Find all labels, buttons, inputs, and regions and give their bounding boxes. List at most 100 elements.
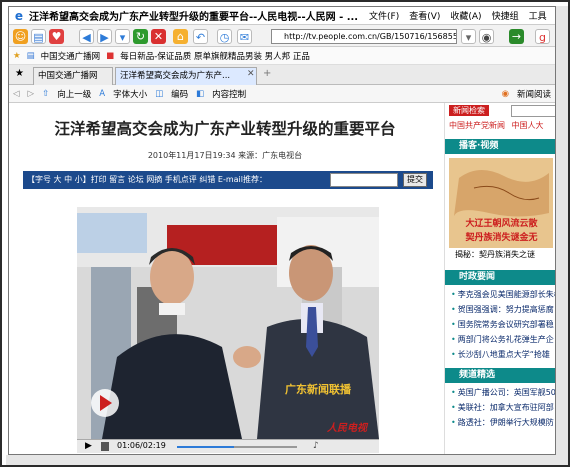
bullet-icon: • xyxy=(451,305,456,314)
news-item-text: 国务院常务会议研究部署稳 xyxy=(457,320,554,329)
news-item[interactable]: • 长沙刮八地重点大学“抢雄 xyxy=(445,347,555,362)
search-link-1[interactable]: 中国共产党新闻 xyxy=(449,121,505,130)
refresh-icon[interactable]: ↻ xyxy=(133,29,148,44)
forward-icon[interactable]: ▶ xyxy=(97,29,112,44)
volume-icon[interactable]: ♪ xyxy=(313,441,319,451)
favorite-link-1[interactable]: 中国交通广播网 xyxy=(41,50,101,62)
menu-favorites[interactable]: 收藏(A) xyxy=(450,9,481,22)
channel-item[interactable]: • 英国广播公司：英国军舰50 xyxy=(445,385,556,400)
search-engine-icon[interactable]: g xyxy=(535,29,550,44)
article-tools-text[interactable]: 【字号 大 中 小】打印 留言 论坛 网摘 手机点评 纠错 E-mail推荐： xyxy=(27,175,267,184)
news-item[interactable]: • 李克强会见美国能源部长朱棣 xyxy=(445,287,556,302)
bullet-icon: • xyxy=(451,320,456,329)
search-input[interactable] xyxy=(511,105,555,117)
navigation-bar: ◁ ▷ ⇧ 向上一级 A 字体大小 ◫ 编码 ◧ 内容控制 ◉ 新闻阅读 xyxy=(9,85,555,103)
bullet-icon: • xyxy=(451,290,456,299)
favorite-link-2[interactable]: 每日新品-保证品质 原单旗舰精品男装 男人邦 正品 xyxy=(120,50,310,62)
nav-up-button[interactable]: 向上一级 xyxy=(57,88,91,100)
stop-icon[interactable]: ✕ xyxy=(151,29,166,44)
search-links: 中国共产党新闻 中国人大 xyxy=(445,119,555,133)
bullet-icon: • xyxy=(451,418,456,427)
favorites-star-icon[interactable]: ★ xyxy=(13,51,21,61)
bullet-icon: • xyxy=(451,403,456,412)
window-title: 汪洋希望高交会成为广东产业转型升级的重要平台--人民电视--人民网 - ... xyxy=(29,12,359,23)
up-icon: ⇧ xyxy=(42,88,50,99)
video-frame: 广东新闻联播 人民电视 xyxy=(77,207,379,439)
video-player[interactable]: 广东新闻联播 人民电视 ▶ 01:06/02:19 ♪ xyxy=(77,207,379,453)
nav-forward-icon[interactable]: ▷ xyxy=(28,89,35,99)
tab-current-article[interactable]: 汪洋希望高交会成为广东产... xyxy=(115,67,257,85)
news-item-text: 两部门将公务礼花弹生产企 xyxy=(457,335,554,344)
nav-back-icon[interactable]: ◁ xyxy=(13,89,20,99)
sidebar: 新闻检索 中国共产党新闻 中国人大 播客·视频 大辽王朝风流云散 契丹族消失谜金… xyxy=(444,103,556,454)
news-header: 时政要闻 xyxy=(445,270,555,285)
menu-view[interactable]: 查看(V) xyxy=(409,9,440,22)
font-size-button[interactable]: 字体大小 xyxy=(113,88,147,100)
banner-line-1: 大辽王朝风流云散 xyxy=(465,219,538,229)
encoding-icon: ◫ xyxy=(155,88,164,99)
menu-bar: 文件(F) 查看(V) 收藏(A) 快捷组 工具 xyxy=(369,9,547,22)
encoding-button[interactable]: 编码 xyxy=(171,88,188,100)
stop-button[interactable] xyxy=(101,442,109,451)
tab-close-icon[interactable]: ✕ xyxy=(247,69,255,79)
menu-tools[interactable]: 工具 xyxy=(529,9,547,22)
article-main: 汪洋希望高交会成为广东产业转型升级的重要平台 2010年11月17日19:34 … xyxy=(9,103,441,454)
video-time: 01:06/02:19 xyxy=(117,441,166,450)
bullet-icon: • xyxy=(451,388,456,397)
address-dropdown-icon[interactable]: ▾ xyxy=(461,29,476,44)
search-box: 新闻检索 xyxy=(445,103,555,119)
history-icon[interactable]: ◷ xyxy=(217,29,232,44)
news-item[interactable]: • 贺国强强调：努力提高惩腐 xyxy=(445,302,555,317)
channel-item-text: 英国广播公司：英国军舰50 xyxy=(457,388,556,397)
back-icon[interactable]: ◀ xyxy=(79,29,94,44)
news-item[interactable]: • 国务院常务会议研究部署稳 xyxy=(445,317,555,332)
channel-item[interactable]: • 美联社：加拿大宣布驻阿部 xyxy=(445,400,555,415)
home-icon[interactable]: ⌂ xyxy=(173,29,188,44)
heart-icon[interactable]: ♥ xyxy=(49,29,64,44)
content-control-button[interactable]: 内容控制 xyxy=(212,88,246,100)
search-tab[interactable]: 新闻检索 xyxy=(449,105,489,116)
rss-icon: ◉ xyxy=(501,88,509,99)
page-content: 汪洋希望高交会成为广东产业转型升级的重要平台 2010年11月17日19:34 … xyxy=(9,103,556,454)
document-icon[interactable]: ▤ xyxy=(31,29,46,44)
title-bar: e 汪洋希望高交会成为广东产业转型升级的重要平台--人民电视--人民网 - ..… xyxy=(9,7,555,25)
submit-button[interactable]: 提交 xyxy=(403,173,427,187)
address-bar[interactable]: http://tv.people.com.cn/GB/150716/156855… xyxy=(271,29,457,44)
news-item[interactable]: • 两部门将公务礼花弹生产企 xyxy=(445,332,555,347)
dropdown-icon[interactable]: ▾ xyxy=(115,29,130,44)
channel-item[interactable]: • 路透社：伊朗举行大规模防 xyxy=(445,415,555,430)
banner-line-2: 契丹族消失谜金无 xyxy=(465,233,538,243)
rss-button[interactable]: 新闻阅读 xyxy=(517,88,551,100)
article-dateline: 2010年11月17日19:34 来源：广东电视台 xyxy=(147,151,303,160)
security-icon[interactable]: ◉ xyxy=(479,29,494,44)
bullet-icon: • xyxy=(451,350,456,359)
main-toolbar: ☺ ▤ ♥ ◀ ▶ ▾ ↻ ✕ ⌂ ↶ ◷ ✉ http://tv.people… xyxy=(9,25,555,47)
play-icon[interactable]: ▶ xyxy=(85,441,92,451)
video-caption-link[interactable]: 揭秘：契丹族消失之谜 xyxy=(445,248,555,262)
font-icon: A xyxy=(99,88,106,99)
browser-window: e 汪洋希望高交会成为广东产业转型升级的重要平台--人民电视--人民网 - ..… xyxy=(8,6,556,455)
menu-shortcuts[interactable]: 快捷组 xyxy=(492,9,519,22)
undo-icon[interactable]: ↶ xyxy=(193,29,208,44)
article-headline: 汪洋希望高交会成为广东产业转型升级的重要平台 xyxy=(54,119,396,138)
email-input[interactable] xyxy=(330,173,398,187)
go-icon[interactable]: → xyxy=(509,29,524,44)
menu-file[interactable]: 文件(F) xyxy=(369,9,399,22)
search-link-2[interactable]: 中国人大 xyxy=(512,121,544,130)
channel-item-text: 美联社：加拿大宣布驻阿部 xyxy=(457,403,554,412)
tab-label: 汪洋希望高交会成为广东产... xyxy=(120,71,231,81)
video-thumbnail[interactable]: 大辽王朝风流云散 契丹族消失谜金无 xyxy=(449,158,553,248)
news-item-text: 李克强会见美国能源部长朱棣 xyxy=(457,290,556,299)
mail-icon[interactable]: ✉ xyxy=(237,29,252,44)
address-text: http://tv.people.com.cn/GB/150716/156855… xyxy=(284,32,457,41)
channel-list: • 英国广播公司：英国军舰50 • 美联社：加拿大宣布驻阿部 • 路透社：伊朗举行大规… xyxy=(445,383,556,430)
tab-traffic-radio[interactable]: 中国交通广播网 xyxy=(33,67,113,85)
users-icon[interactable]: ☺ xyxy=(13,29,28,44)
new-tab-icon[interactable]: + xyxy=(263,68,271,79)
channel-header: 频道精选 xyxy=(445,368,555,383)
tab-favorites-icon[interactable]: ★ xyxy=(15,68,24,79)
news-item-text: 长沙刮八地重点大学“抢雄 xyxy=(457,350,550,359)
browser-logo-icon: e xyxy=(14,8,24,23)
shop-icon: ■ xyxy=(106,50,115,61)
progress-fill xyxy=(177,446,234,448)
